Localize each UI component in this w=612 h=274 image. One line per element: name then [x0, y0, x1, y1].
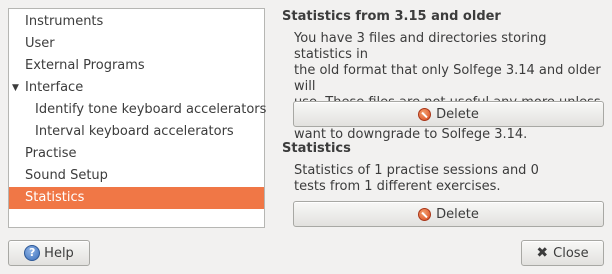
tree-item-label: Sound Setup: [25, 168, 108, 183]
tree-item-label: Instruments: [25, 14, 104, 29]
tree-item-interval-accelerators[interactable]: Interval keyboard accelerators: [9, 121, 264, 143]
delete-stats-button[interactable]: Delete: [293, 201, 604, 227]
help-button[interactable]: ? Help: [8, 240, 90, 266]
tree-item-identify-tone-accelerators[interactable]: Identify tone keyboard accelerators: [9, 99, 267, 121]
old-stats-line: You have 3 files and directories storing…: [294, 31, 547, 62]
tree-item-label: External Programs: [25, 58, 145, 73]
close-icon: ✖: [536, 245, 549, 261]
stats-description: Statistics of 1 practise sessions and 0 …: [294, 163, 606, 195]
tree-item-label: Interface: [25, 80, 84, 95]
stats-line: Statistics of 1 practise sessions and 0: [294, 163, 539, 178]
stats-line: tests from 1 different exercises.: [294, 179, 501, 194]
tree-item-label: Statistics: [25, 190, 85, 205]
delete-old-stats-button[interactable]: Delete: [293, 101, 604, 127]
tree-item-sound-setup[interactable]: Sound Setup: [9, 165, 264, 187]
tree-item-interface[interactable]: ▼ Interface: [9, 77, 264, 99]
stats-heading: Statistics: [282, 141, 351, 156]
tree-item-user[interactable]: User: [9, 33, 264, 55]
tree-item-practise[interactable]: Practise: [9, 143, 264, 165]
tree-item-instruments[interactable]: Instruments: [9, 11, 264, 33]
tree-item-statistics[interactable]: Statistics: [9, 187, 264, 209]
close-button[interactable]: ✖ Close: [521, 240, 604, 266]
delete-icon: [418, 207, 432, 221]
delete-button-label: Delete: [436, 206, 479, 222]
old-stats-heading: Statistics from 3.15 and older: [282, 9, 501, 24]
expander-down-icon[interactable]: ▼: [12, 77, 19, 99]
help-button-label: Help: [44, 245, 74, 261]
tree-item-label: Practise: [25, 146, 77, 161]
preferences-tree[interactable]: Instruments User External Programs ▼ Int…: [8, 8, 267, 228]
help-icon: ?: [24, 245, 41, 261]
old-stats-line: the old format that only Solfege 3.14 an…: [294, 63, 601, 94]
tree-item-label: User: [25, 36, 55, 51]
close-button-label: Close: [553, 245, 589, 261]
tree-item-label: Identify tone keyboard accelerators: [35, 102, 267, 117]
delete-button-label: Delete: [436, 106, 479, 122]
tree-item-external-programs[interactable]: External Programs: [9, 55, 264, 77]
tree-item-label: Interval keyboard accelerators: [35, 124, 234, 139]
delete-icon: [418, 107, 432, 121]
